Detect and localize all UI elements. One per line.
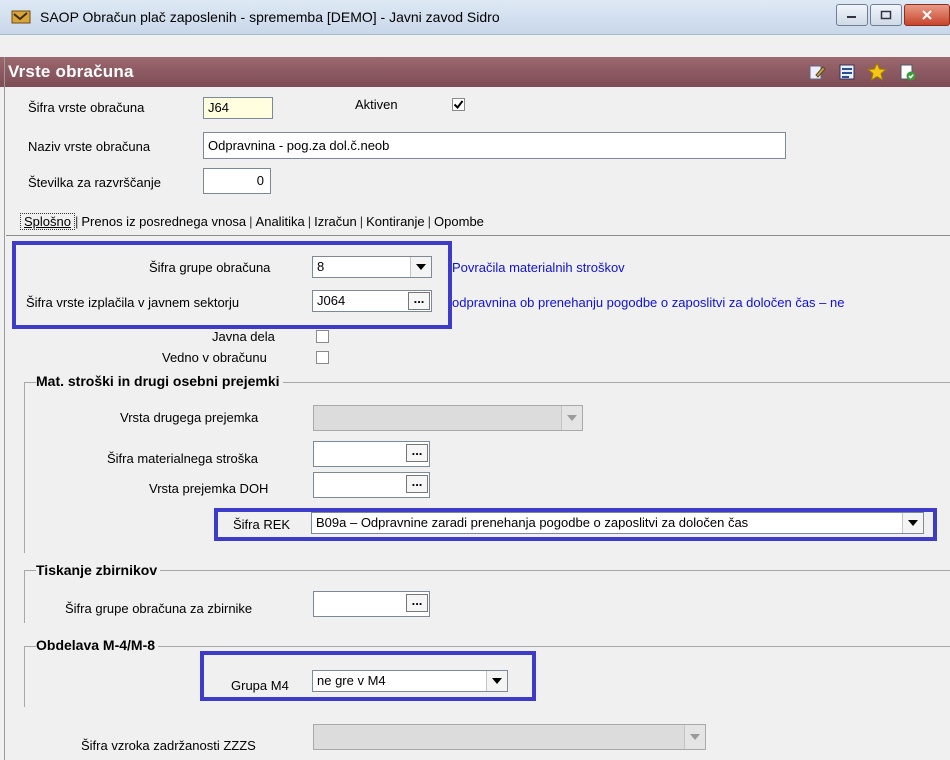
ellipsis-button[interactable]: ... xyxy=(406,444,428,462)
close-icon xyxy=(922,10,932,20)
minimize-icon xyxy=(847,16,856,18)
star-icon[interactable] xyxy=(866,61,888,83)
highlight-box xyxy=(200,651,536,701)
tab-opombe[interactable]: Opombe xyxy=(431,214,487,229)
window-border xyxy=(4,57,5,760)
group-title-obdelava: Obdelava M-4/M-8 xyxy=(36,637,159,653)
javna-dela-label: Javna dela xyxy=(212,329,275,344)
stevilka-label: Številka za razvrščanje xyxy=(28,175,161,190)
highlight-box xyxy=(12,241,452,329)
checkmark-icon xyxy=(453,100,464,110)
edit-icon[interactable] xyxy=(806,61,828,83)
sifra-label: Šifra vrste obračuna xyxy=(28,100,145,115)
document-check-icon[interactable] xyxy=(896,61,918,83)
tab-strip: Splošno | Prenos iz posrednega vnosa | Anali… xyxy=(20,213,487,230)
naziv-input[interactable]: Odpravnina - pog.za dol.č.neob xyxy=(203,132,786,159)
sifra-input[interactable]: J64 xyxy=(203,97,273,119)
group-title-mat-stroski: Mat. stroški in drugi osebni prejemki xyxy=(36,373,283,389)
tab-izracun[interactable]: Izračun xyxy=(311,214,360,229)
tab-divider xyxy=(6,235,950,236)
page-title: Vrste obračuna xyxy=(8,62,134,81)
highlight-box xyxy=(214,508,937,541)
vrsta-doh-input[interactable]: ... xyxy=(313,472,430,498)
ellipsis-button[interactable]: ... xyxy=(406,475,428,493)
group-title-tiskanje: Tiskanje zbirnikov xyxy=(36,562,161,578)
zzzs-select xyxy=(313,724,706,750)
vrsta-doh-label: Vrsta prejemka DOH xyxy=(149,481,269,496)
ellipsis-button[interactable]: ... xyxy=(406,594,428,612)
javna-dela-checkbox[interactable] xyxy=(316,330,329,343)
vrsta-drugega-select xyxy=(313,405,583,431)
zbirnike-input[interactable]: ... xyxy=(313,591,430,617)
dropdown-arrow-icon xyxy=(561,406,582,430)
zbirnike-label: Šifra grupe obračuna za zbirnike xyxy=(65,601,253,616)
izplacilo-description: odpravnina ob prenehanju pogodbe o zapos… xyxy=(452,295,845,310)
tab-splosno[interactable]: Splošno xyxy=(20,213,75,230)
dropdown-arrow-icon xyxy=(684,725,705,749)
tab-analitika[interactable]: Analitika xyxy=(253,214,308,229)
sifra-materialnega-input[interactable]: ... xyxy=(313,441,430,467)
vrsta-drugega-label: Vrsta drugega prejemka xyxy=(120,410,259,425)
aktiven-checkbox[interactable] xyxy=(452,98,465,111)
maximize-icon xyxy=(880,10,892,20)
vedno-checkbox[interactable] xyxy=(316,351,329,364)
app-icon xyxy=(11,9,31,25)
tab-kontiranje[interactable]: Kontiranje xyxy=(363,214,428,229)
maximize-button[interactable] xyxy=(870,4,902,26)
skupina-description: Povračila materialnih stroškov xyxy=(452,260,625,275)
close-button[interactable] xyxy=(904,4,950,26)
naziv-label: Naziv vrste obračuna xyxy=(28,139,151,154)
aktiven-label: Aktiven xyxy=(355,97,398,112)
stevilka-input[interactable]: 0 xyxy=(203,168,271,194)
sifra-materialnega-label: Šifra materialnega stroška xyxy=(107,451,259,466)
zzzs-label: Šifra vzroka zadržanosti ZZZS xyxy=(81,738,256,753)
minimize-button[interactable] xyxy=(836,4,868,26)
vedno-label: Vedno v obračunu xyxy=(162,350,267,365)
list-icon[interactable] xyxy=(836,61,858,83)
window-title: SAOP Obračun plač zaposlenih - sprememba… xyxy=(40,9,500,25)
tab-prenos[interactable]: Prenos iz posrednega vnosa xyxy=(78,214,249,229)
